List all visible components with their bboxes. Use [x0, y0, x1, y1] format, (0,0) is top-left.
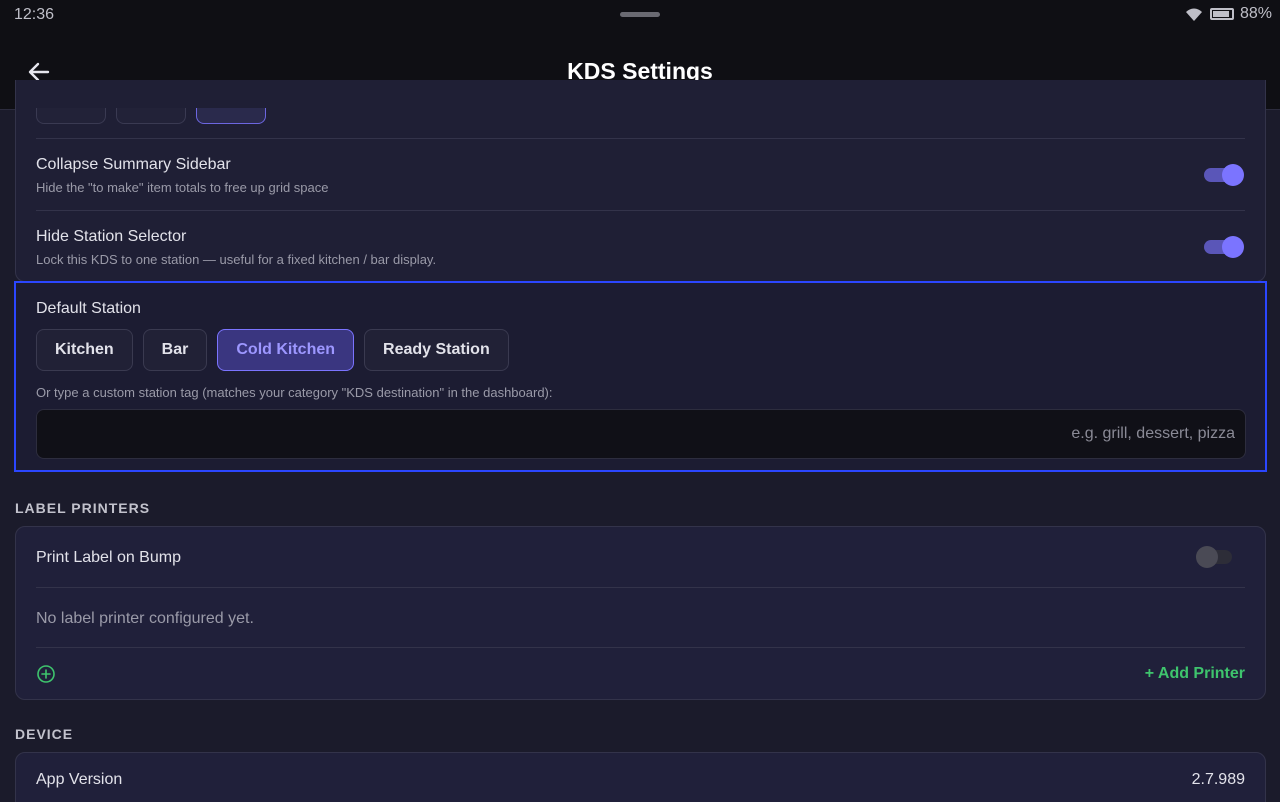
divider [36, 587, 1245, 588]
device-card: App Version 2.7.989 [15, 752, 1266, 802]
collapse-sidebar-row: Collapse Summary Sidebar Hide the "to ma… [36, 156, 1245, 195]
layout-option-2[interactable] [116, 108, 186, 124]
status-icons: 88% [1184, 5, 1272, 23]
default-station-title: Default Station [36, 300, 141, 317]
divider [36, 647, 1245, 648]
station-chip-bar[interactable]: Bar [142, 329, 208, 371]
device-heading: DEVICE [15, 726, 74, 742]
drag-handle[interactable] [620, 12, 660, 17]
layout-option-1[interactable] [36, 108, 106, 124]
hide-station-subtitle: Lock this KDS to one station — useful fo… [36, 252, 437, 267]
hide-station-title: Hide Station Selector [36, 228, 187, 245]
no-printer-text: No label printer configured yet. [36, 610, 254, 627]
station-chip-ready-station[interactable]: Ready Station [364, 329, 509, 371]
print-on-bump-title: Print Label on Bump [36, 549, 181, 566]
status-bar: 12:36 88% [0, 0, 1280, 30]
hide-station-row: Hide Station Selector Lock this KDS to o… [36, 228, 1245, 267]
status-time: 12:36 [14, 6, 55, 23]
battery-icon [1209, 8, 1234, 20]
layout-option-3[interactable] [196, 108, 266, 124]
plus-circle-icon[interactable] [36, 664, 56, 684]
label-printers-card: Print Label on Bump No label printer con… [15, 526, 1266, 700]
collapse-sidebar-title: Collapse Summary Sidebar [36, 156, 231, 173]
add-printer-button[interactable]: + Add Printer [1145, 665, 1245, 683]
app-version-label: App Version [36, 771, 123, 788]
station-chips: Kitchen Bar Cold Kitchen Ready Station [36, 329, 509, 371]
custom-station-input[interactable] [36, 409, 1246, 459]
station-chip-kitchen[interactable]: Kitchen [36, 329, 133, 371]
print-on-bump-toggle[interactable] [1196, 546, 1236, 568]
station-chip-cold-kitchen[interactable]: Cold Kitchen [217, 329, 355, 371]
collapse-sidebar-toggle[interactable] [1204, 164, 1244, 186]
label-printers-heading: LABEL PRINTERS [15, 500, 151, 516]
hide-station-toggle[interactable] [1204, 236, 1244, 258]
divider [36, 138, 1245, 139]
collapse-sidebar-subtitle: Hide the "to make" item totals to free u… [36, 180, 329, 195]
app-version-value: 2.7.989 [1191, 771, 1245, 788]
divider [36, 210, 1245, 211]
custom-station-helper: Or type a custom station tag (matches yo… [36, 385, 553, 400]
wifi-icon [1185, 8, 1202, 21]
display-settings-card: Collapse Summary Sidebar Hide the "to ma… [15, 80, 1266, 282]
battery-percent: 88% [1239, 5, 1272, 22]
default-station-section: Default Station Kitchen Bar Cold Kitchen… [14, 281, 1267, 472]
